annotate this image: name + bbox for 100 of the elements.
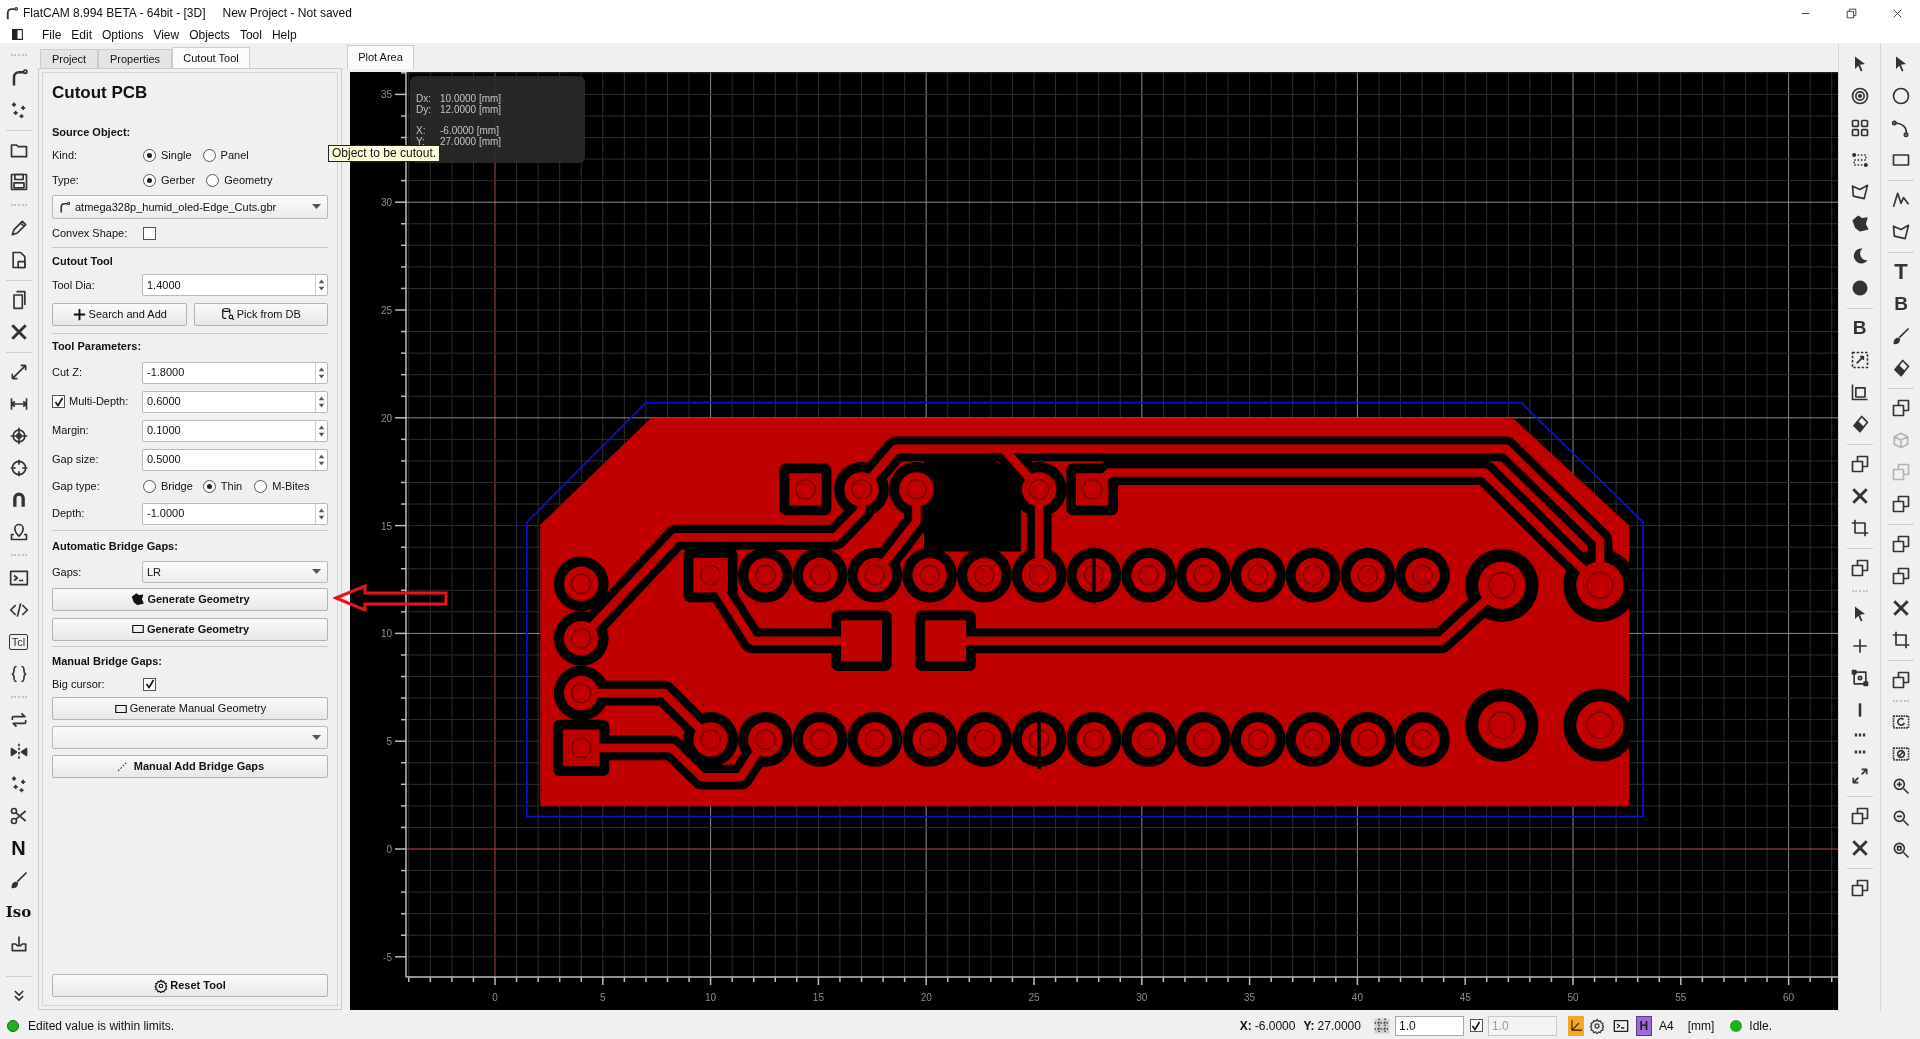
button[interactable]: Manual Add Bridge Gaps bbox=[52, 755, 328, 778]
checkbox[interactable] bbox=[1469, 1019, 1483, 1032]
crop-icon[interactable] bbox=[1849, 518, 1870, 538]
copy-icon[interactable] bbox=[1891, 670, 1911, 690]
exclusion-icon[interactable] bbox=[1891, 744, 1911, 764]
mirror-icon[interactable] bbox=[8, 742, 29, 762]
menu-item[interactable]: Edit bbox=[66, 25, 98, 44]
toolbar-button[interactable]: T bbox=[1894, 261, 1908, 283]
scissors-icon[interactable] bbox=[8, 806, 29, 826]
crosshair-icon[interactable] bbox=[8, 426, 29, 446]
button[interactable]: Reset Tool bbox=[52, 974, 328, 997]
radio-label[interactable]: Bridge bbox=[161, 478, 193, 495]
number-field[interactable]: -1.0000 bbox=[142, 502, 328, 525]
button[interactable]: Generate Geometry bbox=[52, 587, 328, 611]
hud-button[interactable]: H bbox=[1635, 1015, 1652, 1036]
spin-arrows-icon[interactable] bbox=[315, 449, 327, 470]
close-icon[interactable] bbox=[1891, 598, 1911, 618]
toolbar-button[interactable]: B bbox=[1852, 318, 1867, 338]
eraser-icon[interactable] bbox=[1891, 358, 1911, 378]
button[interactable]: Generate Geometry bbox=[52, 617, 328, 641]
number-field[interactable]: 0.6000 bbox=[142, 390, 328, 413]
spin-arrows-icon[interactable] bbox=[315, 362, 327, 383]
restore-icon[interactable] bbox=[1844, 6, 1858, 20]
crop-icon[interactable] bbox=[1891, 630, 1911, 650]
copy-icon[interactable] bbox=[1891, 534, 1911, 554]
close-icon[interactable] bbox=[1849, 838, 1870, 858]
radio-label[interactable]: Thin bbox=[220, 478, 243, 495]
spin-arrows-icon[interactable] bbox=[315, 420, 327, 441]
gear-icon[interactable] bbox=[1588, 1017, 1605, 1034]
panel-icon[interactable] bbox=[11, 28, 24, 41]
copy-icon[interactable] bbox=[1849, 806, 1870, 826]
spin-arrows-icon[interactable] bbox=[315, 391, 327, 412]
panel-tab[interactable]: Properties bbox=[98, 49, 172, 68]
zoom-fit-icon[interactable] bbox=[1891, 840, 1911, 860]
radio-button[interactable] bbox=[202, 148, 216, 162]
path-icon[interactable] bbox=[1849, 150, 1870, 170]
toolbar-button[interactable]: Iso bbox=[5, 903, 32, 921]
axes-button[interactable] bbox=[1567, 1015, 1584, 1036]
rotate-icon[interactable] bbox=[1891, 712, 1911, 732]
dropdown[interactable]: atmega328p_humid_oled-Edge_Cuts.gbr bbox=[52, 195, 328, 219]
copy-icon[interactable] bbox=[1849, 878, 1870, 898]
target-icon[interactable] bbox=[1849, 86, 1870, 106]
copy-icon[interactable] bbox=[1891, 398, 1911, 418]
checkbox[interactable] bbox=[143, 226, 156, 240]
panel-tab[interactable]: Project bbox=[40, 49, 98, 68]
button[interactable]: Search and Add bbox=[52, 302, 187, 326]
map-pin-icon[interactable] bbox=[8, 522, 29, 542]
radio-button[interactable] bbox=[206, 173, 220, 187]
number-field[interactable]: -1.8000 bbox=[142, 361, 328, 384]
radio-label[interactable]: M-Bites bbox=[272, 478, 310, 495]
units-label[interactable]: [mm] bbox=[1687, 1016, 1715, 1035]
spin-arrows-icon[interactable] bbox=[315, 275, 327, 295]
save-icon[interactable] bbox=[8, 172, 29, 192]
brush-icon[interactable] bbox=[1891, 326, 1911, 346]
copy-icon[interactable] bbox=[1891, 494, 1911, 514]
checkbox[interactable] bbox=[52, 395, 65, 408]
radio-button[interactable] bbox=[143, 173, 156, 187]
menu-item[interactable]: Options bbox=[97, 25, 149, 44]
radio-label[interactable]: Single bbox=[161, 146, 192, 164]
grid-icon[interactable] bbox=[1372, 1016, 1391, 1035]
toolbar-button[interactable]: Tcl bbox=[8, 634, 29, 650]
radio-label[interactable]: Geometry bbox=[224, 171, 273, 189]
nodes-icon[interactable] bbox=[1849, 668, 1870, 688]
radio-button[interactable] bbox=[254, 480, 268, 493]
grid-icon[interactable] bbox=[1849, 118, 1870, 138]
radio-button[interactable] bbox=[202, 480, 216, 493]
area-icon[interactable] bbox=[1849, 382, 1870, 402]
button[interactable]: Generate Manual Geometry bbox=[52, 697, 328, 720]
terminal-icon[interactable] bbox=[8, 568, 29, 588]
menu-item[interactable]: File bbox=[37, 25, 67, 44]
radio-button[interactable] bbox=[143, 148, 156, 162]
zoom-out-icon[interactable] bbox=[1891, 808, 1911, 828]
crosshair-icon[interactable] bbox=[8, 458, 29, 478]
radio-button[interactable] bbox=[143, 480, 156, 493]
panel-tab[interactable]: Cutout Tool bbox=[172, 47, 250, 68]
copy-icon[interactable] bbox=[1849, 454, 1870, 474]
terminal-icon[interactable] bbox=[1612, 1017, 1629, 1034]
arc-icon[interactable] bbox=[1891, 118, 1911, 138]
close-icon[interactable] bbox=[8, 322, 29, 342]
radio-label[interactable]: Panel bbox=[220, 146, 249, 164]
polyline-icon[interactable] bbox=[1891, 190, 1911, 210]
code-icon[interactable] bbox=[8, 600, 29, 620]
number-field[interactable]: 0.1000 bbox=[142, 419, 328, 442]
dropdown[interactable]: LR bbox=[142, 561, 328, 583]
circle-icon[interactable] bbox=[1891, 86, 1911, 106]
radio-label[interactable]: Gerber bbox=[161, 171, 196, 189]
menu-item[interactable]: Help bbox=[266, 25, 302, 44]
polygon-icon[interactable] bbox=[1849, 182, 1870, 202]
toolbar-button[interactable]: B bbox=[1894, 294, 1908, 314]
button[interactable]: Pick from DB bbox=[193, 302, 328, 326]
number-field[interactable]: 1.0 bbox=[1394, 1015, 1464, 1036]
number-field[interactable]: 1.4000 bbox=[142, 274, 328, 296]
copy-icon[interactable] bbox=[1891, 566, 1911, 586]
page-size[interactable]: A4 bbox=[1658, 1016, 1674, 1035]
polygon-icon[interactable] bbox=[1891, 222, 1911, 242]
plot-tab[interactable]: Plot Area bbox=[347, 45, 414, 69]
copy-icon[interactable] bbox=[1849, 558, 1870, 578]
resize-icon[interactable] bbox=[1849, 350, 1870, 370]
brush-icon[interactable] bbox=[8, 870, 29, 890]
menu-item[interactable]: Tool bbox=[234, 25, 267, 44]
